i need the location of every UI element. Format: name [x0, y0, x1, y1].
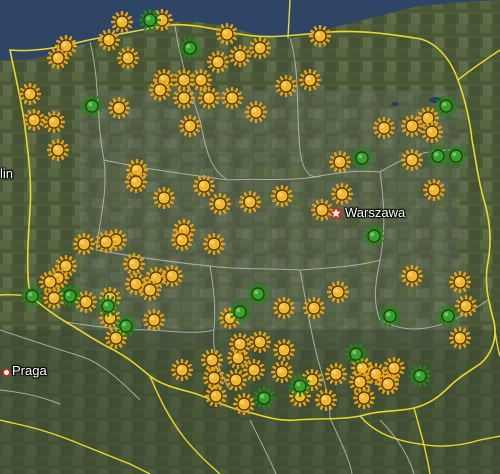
- lake: [391, 102, 399, 106]
- green-sun-icon[interactable]: [253, 387, 275, 409]
- city-label-praga[interactable]: Praga: [12, 364, 47, 377]
- yellow-sun-icon[interactable]: [229, 333, 251, 355]
- yellow-sun-icon[interactable]: [421, 121, 443, 143]
- yellow-sun-icon[interactable]: [331, 183, 353, 205]
- yellow-sun-icon[interactable]: [249, 331, 271, 353]
- yellow-sun-icon[interactable]: [171, 359, 193, 381]
- yellow-sun-icon[interactable]: [327, 281, 349, 303]
- city-dot-icon[interactable]: [2, 368, 11, 377]
- yellow-sun-icon[interactable]: [423, 179, 445, 201]
- yellow-sun-icon[interactable]: [449, 271, 471, 293]
- yellow-sun-icon[interactable]: [229, 45, 251, 67]
- yellow-sun-icon[interactable]: [309, 25, 331, 47]
- green-sun-icon[interactable]: [115, 315, 137, 337]
- yellow-sun-icon[interactable]: [325, 363, 347, 385]
- yellow-sun-icon[interactable]: [449, 327, 471, 349]
- yellow-sun-icon[interactable]: [216, 23, 238, 45]
- map-view[interactable]: Warszawa Praga lin: [0, 0, 500, 474]
- yellow-sun-icon[interactable]: [19, 83, 41, 105]
- yellow-sun-icon[interactable]: [401, 149, 423, 171]
- yellow-sun-icon[interactable]: [239, 191, 261, 213]
- capital-star-icon[interactable]: [329, 206, 343, 220]
- yellow-sun-icon[interactable]: [149, 79, 171, 101]
- yellow-sun-icon[interactable]: [249, 37, 271, 59]
- yellow-sun-icon[interactable]: [245, 101, 267, 123]
- yellow-sun-icon[interactable]: [315, 389, 337, 411]
- green-sun-icon[interactable]: [247, 283, 269, 305]
- yellow-sun-icon[interactable]: [205, 385, 227, 407]
- yellow-sun-icon[interactable]: [47, 139, 69, 161]
- yellow-sun-icon[interactable]: [273, 339, 295, 361]
- green-sun-icon[interactable]: [81, 95, 103, 117]
- yellow-sun-icon[interactable]: [125, 171, 147, 193]
- yellow-sun-icon[interactable]: [161, 265, 183, 287]
- yellow-sun-icon[interactable]: [233, 393, 255, 415]
- yellow-sun-icon[interactable]: [23, 109, 45, 131]
- green-sun-icon[interactable]: [345, 343, 367, 365]
- yellow-sun-icon[interactable]: [373, 117, 395, 139]
- yellow-sun-icon[interactable]: [329, 151, 351, 173]
- green-sun-icon[interactable]: [289, 375, 311, 397]
- yellow-sun-icon[interactable]: [275, 75, 297, 97]
- yellow-sun-icon[interactable]: [95, 231, 117, 253]
- yellow-sun-icon[interactable]: [179, 115, 201, 137]
- green-sun-icon[interactable]: [409, 365, 431, 387]
- yellow-sun-icon[interactable]: [299, 69, 321, 91]
- green-sun-icon[interactable]: [97, 295, 119, 317]
- yellow-sun-icon[interactable]: [303, 297, 325, 319]
- yellow-sun-icon[interactable]: [353, 387, 375, 409]
- green-sun-icon[interactable]: [445, 145, 467, 167]
- yellow-sun-icon[interactable]: [401, 265, 423, 287]
- green-sun-icon[interactable]: [435, 95, 457, 117]
- yellow-sun-icon[interactable]: [171, 229, 193, 251]
- city-label-berlin[interactable]: lin: [0, 167, 13, 180]
- yellow-sun-icon[interactable]: [243, 359, 265, 381]
- green-sun-icon[interactable]: [363, 225, 385, 247]
- yellow-sun-icon[interactable]: [117, 47, 139, 69]
- yellow-sun-icon[interactable]: [377, 373, 399, 395]
- yellow-sun-icon[interactable]: [47, 47, 69, 69]
- yellow-sun-icon[interactable]: [153, 187, 175, 209]
- yellow-sun-icon[interactable]: [108, 97, 130, 119]
- green-sun-icon[interactable]: [59, 285, 81, 307]
- yellow-sun-icon[interactable]: [123, 253, 145, 275]
- green-sun-icon[interactable]: [139, 9, 161, 31]
- yellow-sun-icon[interactable]: [198, 87, 220, 109]
- yellow-sun-icon[interactable]: [209, 193, 231, 215]
- yellow-sun-icon[interactable]: [43, 111, 65, 133]
- green-sun-icon[interactable]: [379, 305, 401, 327]
- city-label-warszawa[interactable]: Warszawa: [345, 206, 405, 219]
- green-sun-icon[interactable]: [179, 37, 201, 59]
- green-sun-icon[interactable]: [437, 305, 459, 327]
- yellow-sun-icon[interactable]: [271, 185, 293, 207]
- yellow-sun-icon[interactable]: [173, 87, 195, 109]
- green-sun-icon[interactable]: [21, 285, 43, 307]
- yellow-sun-icon[interactable]: [221, 87, 243, 109]
- yellow-sun-icon[interactable]: [139, 279, 161, 301]
- green-sun-icon[interactable]: [351, 147, 373, 169]
- yellow-sun-icon[interactable]: [73, 233, 95, 255]
- yellow-sun-icon[interactable]: [273, 297, 295, 319]
- yellow-sun-icon[interactable]: [203, 233, 225, 255]
- yellow-sun-icon[interactable]: [143, 309, 165, 331]
